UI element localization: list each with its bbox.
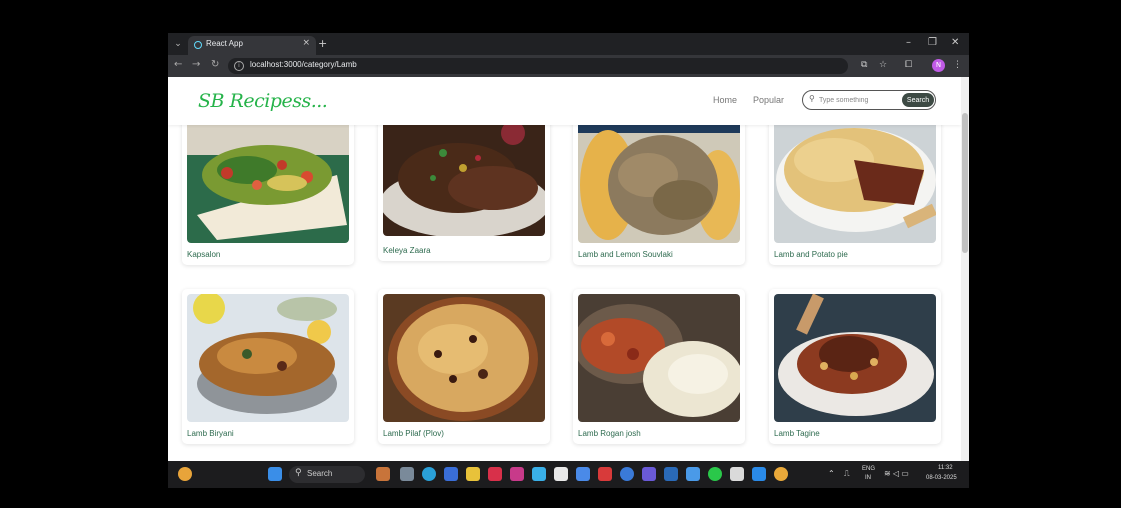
- nav-home-link[interactable]: Home: [713, 95, 737, 105]
- recipe-card-keleya-zaara[interactable]: Keleya Zaara: [378, 106, 550, 261]
- recipe-card-lamb-pilaf[interactable]: Lamb Pilaf (Plov): [378, 289, 550, 444]
- recipe-card-lamb-lemon-souvlaki[interactable]: Lamb and Lemon Souvlaki: [573, 110, 745, 265]
- recipe-title: Lamb and Potato pie: [774, 250, 848, 259]
- profile-avatar[interactable]: N: [932, 59, 945, 72]
- recipe-title: Lamb Tagine: [774, 429, 820, 438]
- language-indicator[interactable]: ENG: [862, 466, 875, 472]
- teams-icon[interactable]: [642, 467, 656, 481]
- recipe-title: Lamb Biryani: [187, 429, 234, 438]
- recipe-card-lamb-tagine[interactable]: Lamb Tagine: [769, 289, 941, 444]
- taskbar-search-icon: ⚲: [295, 468, 302, 478]
- react-favicon-icon: [194, 41, 202, 49]
- forward-icon[interactable]: →: [192, 59, 200, 70]
- recipe-card-lamb-potato-pie[interactable]: Lamb and Potato pie: [769, 110, 941, 265]
- tray-chevron-icon[interactable]: ⌃: [828, 469, 835, 478]
- bookmark-star-icon[interactable]: ☆: [879, 60, 887, 70]
- browser-toolbar: ← → ↻ i localhost:3000/category/Lamb ⧉ ☆…: [168, 55, 969, 77]
- maximize-icon[interactable]: ❐: [928, 37, 937, 48]
- windows-taskbar: ⚲ Search ⌃ ⎍ ENG IN ≋ ◁ ▭ 11:32 08-03-20…: [168, 461, 969, 488]
- back-icon[interactable]: ←: [174, 59, 182, 70]
- recipe-image-lamb-biryani: [187, 294, 349, 422]
- recipe-card-kapsalon[interactable]: Kapsalon: [182, 110, 354, 265]
- clock-date: 08-03-2025: [926, 475, 957, 481]
- reload-icon[interactable]: ↻: [211, 59, 219, 70]
- search-input[interactable]: [819, 94, 899, 106]
- todo-icon[interactable]: [444, 467, 458, 481]
- chrome-icon[interactable]: [774, 467, 788, 481]
- whatsapp-icon[interactable]: [708, 467, 722, 481]
- recipe-title: Kapsalon: [187, 250, 221, 259]
- tab-close-icon[interactable]: ×: [302, 38, 310, 48]
- tab-react-app[interactable]: React App ×: [188, 36, 316, 55]
- screenshot-frame: ⌄ React App × + – ❐ ✕ ← → ↻ i localhost:…: [0, 0, 1121, 508]
- linkedin-icon[interactable]: [664, 467, 678, 481]
- recipe-image-lamb-lemon-souvlaki: [578, 115, 740, 243]
- page-scrollbar[interactable]: [961, 77, 969, 461]
- menu-dots-icon[interactable]: ⋮: [953, 60, 962, 70]
- recipe-image-lamb-potato-pie: [774, 115, 936, 243]
- vscode-icon[interactable]: [752, 467, 766, 481]
- widgets-icon[interactable]: [178, 467, 192, 481]
- recipe-image-kapsalon: [187, 115, 349, 243]
- taskbar-search[interactable]: ⚲ Search: [289, 466, 365, 483]
- file-explorer-icon[interactable]: [466, 467, 480, 481]
- cast-icon[interactable]: ⧉: [861, 60, 867, 70]
- search-form: ⚲ Search: [802, 90, 936, 110]
- edge-icon[interactable]: [422, 467, 436, 481]
- new-tab-icon[interactable]: +: [318, 37, 327, 50]
- recipe-image-lamb-pilaf: [383, 294, 545, 422]
- youtube-icon[interactable]: [488, 467, 502, 481]
- recipe-card-lamb-rogan-josh[interactable]: Lamb Rogan josh: [573, 289, 745, 444]
- extensions-icon[interactable]: ⧠: [905, 60, 912, 70]
- search-icon: ⚲: [809, 94, 815, 103]
- minimize-icon[interactable]: –: [906, 37, 911, 48]
- wifi-volume-battery-icon[interactable]: ≋ ◁ ▭: [884, 469, 909, 478]
- start-windows-icon[interactable]: [268, 467, 282, 481]
- tab-title: React App: [206, 39, 243, 48]
- copilot-icon[interactable]: [532, 467, 546, 481]
- recipe-image-lamb-tagine: [774, 294, 936, 422]
- site-logo[interactable]: SB Recipess...: [198, 90, 328, 112]
- browser-window: ⌄ React App × + – ❐ ✕ ← → ↻ i localhost:…: [168, 33, 969, 488]
- nav-popular-link[interactable]: Popular: [753, 95, 784, 105]
- site-info-icon[interactable]: i: [234, 61, 244, 71]
- cortana-icon[interactable]: [620, 467, 634, 481]
- calendar-icon[interactable]: [554, 467, 568, 481]
- recipe-title: Lamb Rogan josh: [578, 429, 641, 438]
- recipe-image-keleya-zaara: [383, 108, 545, 236]
- task-view-icon[interactable]: [400, 467, 414, 481]
- address-bar[interactable]: i localhost:3000/category/Lamb: [228, 58, 848, 74]
- office-icon[interactable]: [598, 467, 612, 481]
- scrollbar-thumb[interactable]: [962, 113, 968, 253]
- taskbar-search-label: Search: [307, 469, 333, 478]
- tab-bar: ⌄ React App × + – ❐ ✕: [168, 33, 969, 55]
- instagram-icon[interactable]: [510, 467, 524, 481]
- recipe-title: Keleya Zaara: [383, 246, 431, 255]
- recipe-card-lamb-biryani[interactable]: Lamb Biryani: [182, 289, 354, 444]
- tab-search-icon[interactable]: ⌄: [172, 38, 184, 50]
- clock-time[interactable]: 11:32: [938, 465, 953, 471]
- region-indicator: IN: [865, 475, 871, 481]
- recipe-title: Lamb Pilaf (Plov): [383, 429, 444, 438]
- taskbar-app-icon[interactable]: [376, 467, 390, 481]
- page-viewport: SB Recipess... Home Popular ⚲ Search: [168, 77, 961, 461]
- site-header: SB Recipess... Home Popular ⚲ Search: [168, 77, 961, 125]
- url-text: localhost:3000/category/Lamb: [250, 60, 357, 69]
- outlook-icon[interactable]: [576, 467, 590, 481]
- recipe-image-lamb-rogan-josh: [578, 294, 740, 422]
- recipe-title: Lamb and Lemon Souvlaki: [578, 250, 673, 259]
- camera-icon[interactable]: [686, 467, 700, 481]
- search-button[interactable]: Search: [902, 93, 934, 107]
- notes-icon[interactable]: [730, 467, 744, 481]
- microphone-icon[interactable]: ⎍: [844, 469, 850, 479]
- close-window-icon[interactable]: ✕: [951, 37, 959, 48]
